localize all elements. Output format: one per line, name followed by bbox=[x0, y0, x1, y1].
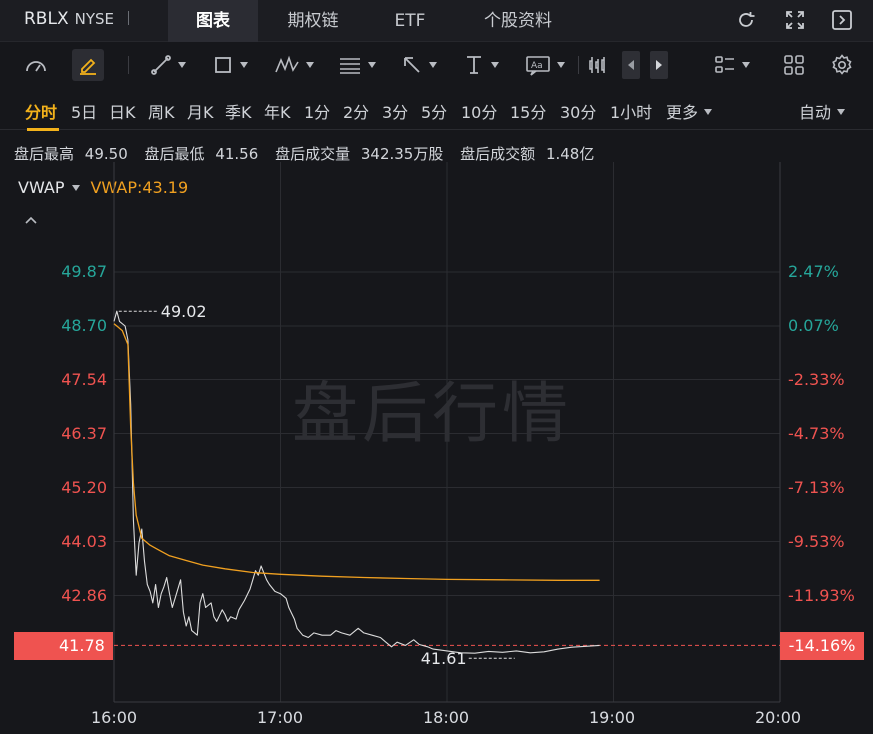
watermark: 盘后行情 bbox=[292, 375, 572, 452]
x-tick: 19:00 bbox=[589, 708, 636, 727]
y-tick-left: 47.54 bbox=[61, 370, 107, 389]
x-tick: 18:00 bbox=[423, 708, 470, 727]
y-tick-right: -4.73% bbox=[788, 424, 845, 443]
y-tick-left: 42.86 bbox=[61, 586, 107, 605]
y-tick-right: -2.33% bbox=[788, 370, 845, 389]
high-annotation-label: 49.02 bbox=[161, 302, 207, 321]
y-tick-right: -7.13% bbox=[788, 478, 845, 497]
current-price-tag: 41.78 bbox=[14, 632, 113, 660]
y-tick-right: -11.93% bbox=[788, 586, 855, 605]
y-tick-left: 45.20 bbox=[61, 478, 107, 497]
y-tick-left: 46.37 bbox=[61, 424, 107, 443]
x-tick: 16:00 bbox=[91, 708, 138, 727]
current-change-tag: -14.16% bbox=[780, 632, 864, 660]
y-tick-right: -9.53% bbox=[788, 532, 845, 551]
y-tick-left: 44.03 bbox=[61, 532, 107, 551]
y-tick-right: 2.47% bbox=[788, 262, 839, 281]
y-tick-left: 49.87 bbox=[61, 262, 107, 281]
y-tick-left: 48.70 bbox=[61, 316, 107, 335]
low-annotation-label: 41.61 bbox=[421, 649, 467, 668]
x-tick: 20:00 bbox=[755, 708, 802, 727]
y-tick-right: 0.07% bbox=[788, 316, 839, 335]
x-tick: 17:00 bbox=[257, 708, 304, 727]
